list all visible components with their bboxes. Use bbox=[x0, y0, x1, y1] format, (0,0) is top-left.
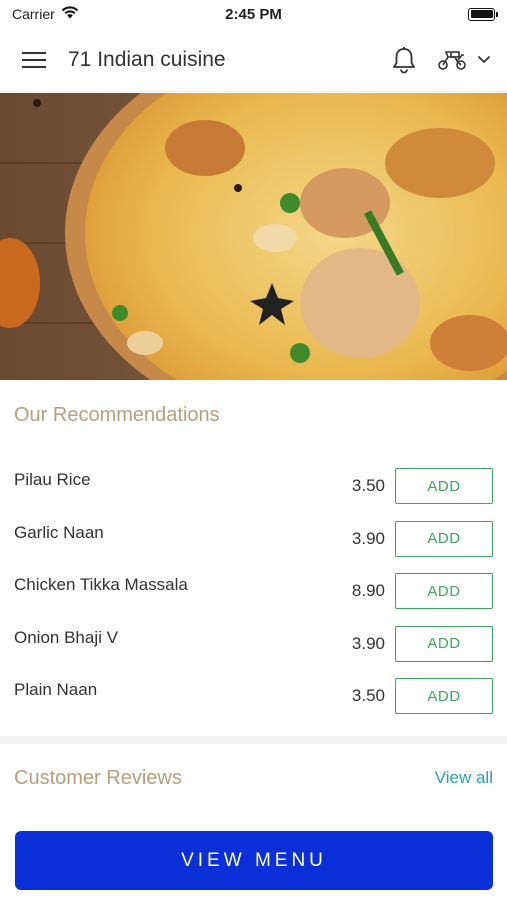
list-item: Chicken Tikka Massala 8.90 ADD bbox=[0, 567, 507, 620]
wifi-icon bbox=[61, 6, 79, 22]
chevron-down-icon[interactable] bbox=[477, 55, 491, 64]
status-bar: Carrier 2:45 PM bbox=[0, 0, 507, 28]
hero-food-image bbox=[0, 93, 507, 380]
recommendations-title: Our Recommendations bbox=[14, 404, 220, 426]
list-item: Plain Naan 3.50 ADD bbox=[0, 672, 507, 725]
scooter-icon[interactable] bbox=[437, 49, 467, 71]
item-price: 3.50 bbox=[351, 686, 385, 705]
item-name: Chicken Tikka Massala bbox=[14, 575, 188, 594]
bell-icon[interactable] bbox=[391, 46, 417, 74]
recommendations-list: Pilau Rice 3.50 ADD Garlic Naan 3.90 ADD… bbox=[0, 462, 507, 725]
section-divider bbox=[0, 736, 507, 744]
item-name: Garlic Naan bbox=[14, 522, 104, 542]
item-price: 8.90 bbox=[351, 581, 385, 600]
reviews-title: Customer Reviews bbox=[14, 767, 182, 789]
list-item: Onion Bhaji V 3.90 ADD bbox=[0, 620, 507, 673]
view-all-link[interactable]: View all bbox=[435, 768, 493, 788]
add-button[interactable]: ADD bbox=[395, 468, 493, 504]
item-price: 3.50 bbox=[351, 476, 385, 495]
item-name: Pilau Rice bbox=[14, 470, 91, 489]
status-left: Carrier bbox=[12, 6, 79, 22]
view-menu-button[interactable]: VIEW MENU bbox=[15, 831, 493, 890]
list-item: Garlic Naan 3.90 ADD bbox=[0, 515, 507, 568]
item-price: 3.90 bbox=[351, 528, 385, 548]
item-name: Plain Naan bbox=[14, 680, 98, 699]
item-name: Onion Bhaji V bbox=[14, 627, 118, 647]
add-button[interactable]: ADD bbox=[395, 678, 493, 714]
add-button[interactable]: ADD bbox=[395, 625, 493, 662]
page-title: 71 Indian cuisine bbox=[68, 47, 226, 71]
item-price: 3.90 bbox=[351, 633, 385, 653]
add-button[interactable]: ADD bbox=[395, 573, 493, 609]
menu-icon[interactable] bbox=[22, 51, 46, 69]
carrier-label: Carrier bbox=[12, 6, 55, 22]
battery-icon bbox=[468, 7, 498, 21]
nav-bar: 71 Indian cuisine bbox=[0, 28, 507, 92]
add-button[interactable]: ADD bbox=[395, 520, 493, 557]
list-item: Pilau Rice 3.50 ADD bbox=[0, 462, 507, 515]
